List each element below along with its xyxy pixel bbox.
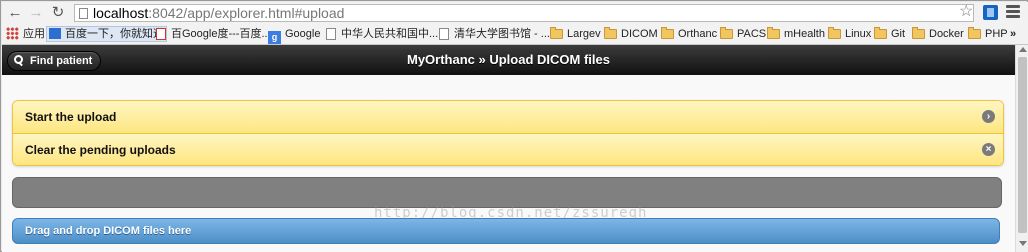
upload-actions: Start the upload › Clear the pending upl… (12, 100, 1004, 166)
folder-icon (828, 27, 841, 39)
bookmark-php[interactable]: PHP (968, 26, 1008, 42)
bookmarks-bar: 应用 百度一下，你就知道 百Google度---百度... g Google 中华… (2, 24, 1028, 45)
bookmark-mhealth[interactable]: mHealth (767, 26, 825, 42)
folder-icon (661, 27, 674, 39)
bookmark-linux[interactable]: Linux (828, 26, 871, 42)
arrow-right-icon: › (982, 110, 995, 123)
menu-icon[interactable] (1006, 5, 1020, 20)
reload-icon[interactable]: ↻ (50, 5, 66, 21)
baidu-icon (49, 28, 61, 39)
upload-progress-bar (12, 177, 1002, 208)
folder-icon (874, 27, 887, 39)
bookmark-docker[interactable]: Docker (912, 26, 964, 42)
bookmark-dicom[interactable]: DICOM (604, 26, 658, 42)
bookmark-google[interactable]: g Google (268, 26, 320, 44)
vertical-scrollbar[interactable] (1015, 45, 1028, 252)
bookmark-google-baidu[interactable]: 百Google度---百度... (156, 26, 271, 42)
address-bar-row: ← → ↻ localhost:8042/app/explorer.html#u… (2, 2, 1028, 24)
back-arrow-icon[interactable]: ← (7, 5, 23, 21)
bookmark-baidu[interactable]: 百度一下，你就知道 (46, 26, 167, 42)
find-patient-label: Find patient (30, 55, 93, 67)
folder-icon (968, 27, 981, 39)
dicom-drop-zone[interactable]: Drag and drop DICOM files here (12, 218, 1000, 244)
folder-icon (912, 27, 925, 39)
clear-uploads-button[interactable]: Clear the pending uploads × (13, 133, 1003, 165)
app-header: MyOrthanc » Upload DICOM files Find pati… (2, 45, 1015, 75)
search-icon (12, 54, 24, 66)
page-title: MyOrthanc » Upload DICOM files (407, 52, 610, 67)
page-icon (79, 8, 88, 19)
scroll-thumb[interactable] (1018, 57, 1027, 233)
address-input[interactable]: localhost:8042/app/explorer.html#upload (74, 4, 974, 22)
browser-window: ← → ↻ localhost:8042/app/explorer.html#u… (0, 0, 1028, 252)
clear-uploads-label: Clear the pending uploads (25, 143, 176, 157)
scroll-down-icon[interactable] (1019, 241, 1027, 246)
bookmark-apps[interactable]: 应用 (6, 26, 45, 42)
page-icon (439, 28, 449, 40)
extension-icon[interactable] (983, 5, 998, 20)
page-icon (326, 28, 336, 40)
start-upload-button[interactable]: Start the upload › (13, 101, 1003, 133)
close-icon: × (982, 143, 995, 156)
bookmark-star-icon[interactable]: ☆ (959, 4, 973, 20)
bookmark-pacs[interactable]: PACS (720, 26, 766, 42)
page-icon (156, 28, 166, 40)
upload-page: Start the upload › Clear the pending upl… (2, 75, 1015, 252)
forward-arrow-icon[interactable]: → (28, 5, 44, 21)
bookmark-tsinghua[interactable]: 清华大学图书馆 - ... (439, 26, 550, 42)
folder-icon (720, 27, 733, 39)
bookmarks-overflow[interactable]: » (1010, 26, 1016, 42)
google-icon: g (268, 31, 281, 44)
apps-grid-icon (6, 27, 19, 40)
find-patient-button[interactable]: Find patient (7, 51, 102, 71)
bookmark-prc[interactable]: 中华人民共和国中... (326, 26, 438, 42)
folder-icon (604, 27, 617, 39)
bookmark-largev[interactable]: Largev (550, 26, 601, 42)
folder-icon (767, 27, 780, 39)
scroll-up-icon[interactable] (1019, 47, 1027, 52)
bookmark-orthanc[interactable]: Orthanc (661, 26, 717, 42)
bookmark-git[interactable]: Git (874, 26, 905, 42)
address-url: localhost:8042/app/explorer.html#upload (93, 5, 345, 21)
start-upload-label: Start the upload (25, 110, 117, 124)
folder-icon (550, 27, 563, 39)
